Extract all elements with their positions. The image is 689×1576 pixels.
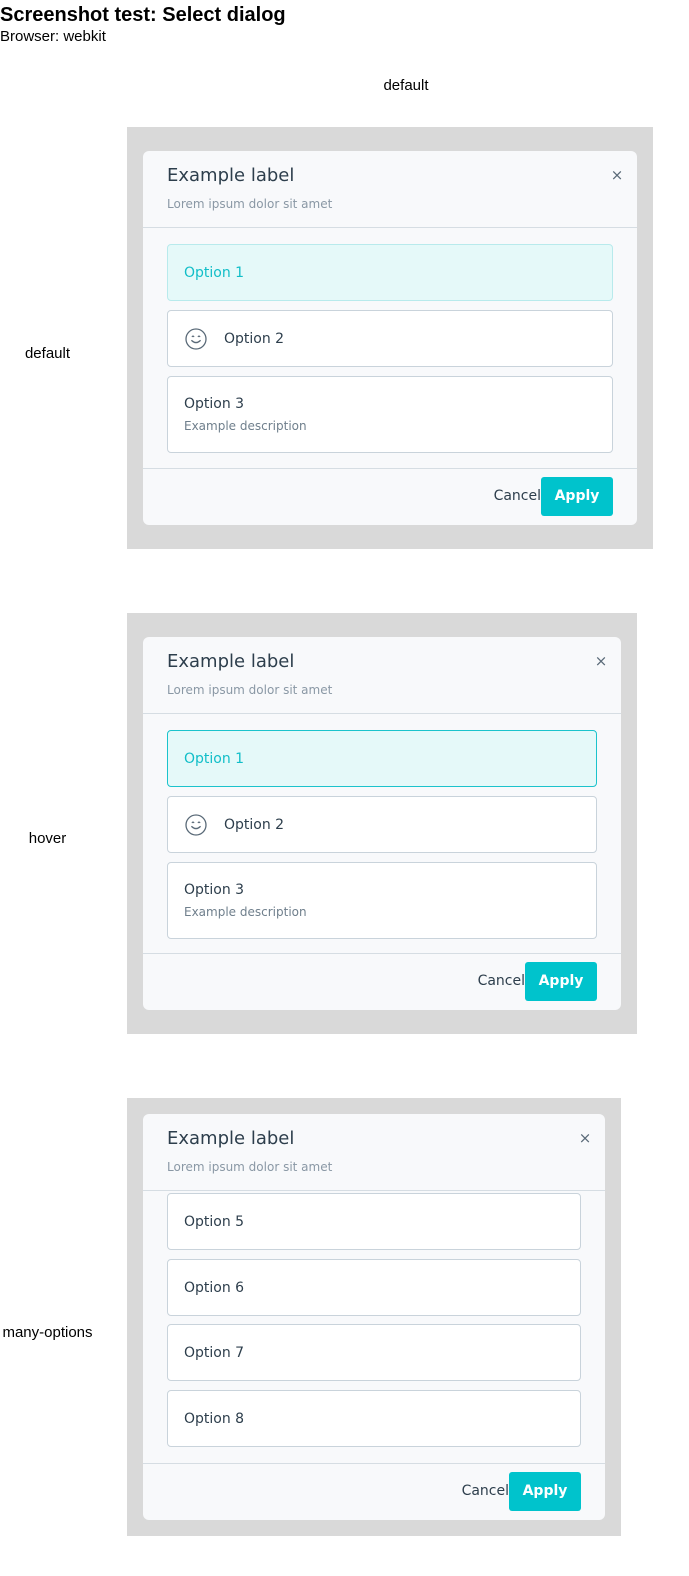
option-6[interactable]: Option 6	[167, 1259, 581, 1316]
option-label: Option 6	[184, 1280, 245, 1296]
apply-button[interactable]: Apply	[525, 962, 597, 1001]
smiley-icon	[185, 814, 207, 836]
stage-many-options: Example label Lorem ipsum dolor sit amet…	[127, 1098, 621, 1536]
option-7[interactable]: Option 7	[167, 1324, 581, 1381]
stage-hover: Example label Lorem ipsum dolor sit amet…	[127, 613, 637, 1034]
option-label: Option 3	[184, 882, 245, 898]
dialog-title: Example label	[167, 651, 295, 672]
option-description: Example description	[184, 905, 307, 919]
options-list: Option 1 Option 2 Option 3 Example descr…	[143, 228, 637, 468]
row-label-default: default	[24, 345, 71, 362]
smiley-icon	[185, 328, 207, 350]
option-label: Option 8	[184, 1411, 245, 1427]
close-icon[interactable]: ×	[589, 649, 613, 673]
browser-label: Browser: webkit	[0, 28, 106, 45]
option-8[interactable]: Option 8	[167, 1390, 581, 1447]
cancel-button[interactable]: Cancel	[470, 962, 533, 1001]
option-3[interactable]: Option 3 Example description	[167, 862, 597, 939]
dialog-header: Example label Lorem ipsum dolor sit amet…	[143, 637, 621, 714]
option-label: Option 2	[224, 331, 285, 347]
dialog-footer: Cancel Apply	[143, 1463, 605, 1520]
options-list-scrollable[interactable]: Option 5 Option 6 Option 7 Option 8	[143, 1191, 605, 1463]
close-icon[interactable]: ×	[605, 163, 629, 187]
dialog-title: Example label	[167, 165, 295, 186]
dialog-header: Example label Lorem ipsum dolor sit amet…	[143, 151, 637, 228]
row-label-many-options: many-options	[2, 1324, 93, 1341]
option-label: Option 2	[224, 817, 285, 833]
dialog-subtitle: Lorem ipsum dolor sit amet	[167, 1160, 333, 1174]
dialog-subtitle: Lorem ipsum dolor sit amet	[167, 197, 333, 211]
apply-button[interactable]: Apply	[541, 477, 613, 516]
option-2[interactable]: Option 2	[167, 796, 597, 853]
row-label-hover: hover	[28, 830, 67, 847]
cancel-button[interactable]: Cancel	[454, 1472, 517, 1511]
option-1[interactable]: Option 1	[167, 244, 613, 301]
stage-default: Example label Lorem ipsum dolor sit amet…	[127, 127, 653, 549]
dialog-footer: Cancel Apply	[143, 953, 621, 1010]
option-label: Option 1	[184, 265, 245, 281]
column-header: default	[383, 77, 429, 94]
select-dialog: Example label Lorem ipsum dolor sit amet…	[143, 151, 637, 525]
cancel-button[interactable]: Cancel	[486, 477, 549, 516]
option-3[interactable]: Option 3 Example description	[167, 376, 613, 453]
dialog-footer: Cancel Apply	[143, 468, 637, 525]
options-list: Option 1 Option 2 Option 3 Example descr…	[143, 714, 621, 954]
option-label: Option 7	[184, 1345, 245, 1361]
option-label: Option 1	[184, 751, 245, 767]
option-label: Option 3	[184, 396, 245, 412]
close-icon[interactable]: ×	[573, 1126, 597, 1150]
dialog-subtitle: Lorem ipsum dolor sit amet	[167, 683, 333, 697]
select-dialog: Example label Lorem ipsum dolor sit amet…	[143, 637, 621, 1010]
option-description: Example description	[184, 419, 307, 433]
option-5[interactable]: Option 5	[167, 1193, 581, 1250]
select-dialog: Example label Lorem ipsum dolor sit amet…	[143, 1114, 605, 1520]
apply-button[interactable]: Apply	[509, 1472, 581, 1511]
dialog-header: Example label Lorem ipsum dolor sit amet…	[143, 1114, 605, 1191]
option-label: Option 5	[184, 1214, 245, 1230]
dialog-title: Example label	[167, 1128, 295, 1149]
page-title: Screenshot test: Select dialog	[0, 4, 286, 26]
option-2[interactable]: Option 2	[167, 310, 613, 367]
option-1[interactable]: Option 1	[167, 730, 597, 787]
